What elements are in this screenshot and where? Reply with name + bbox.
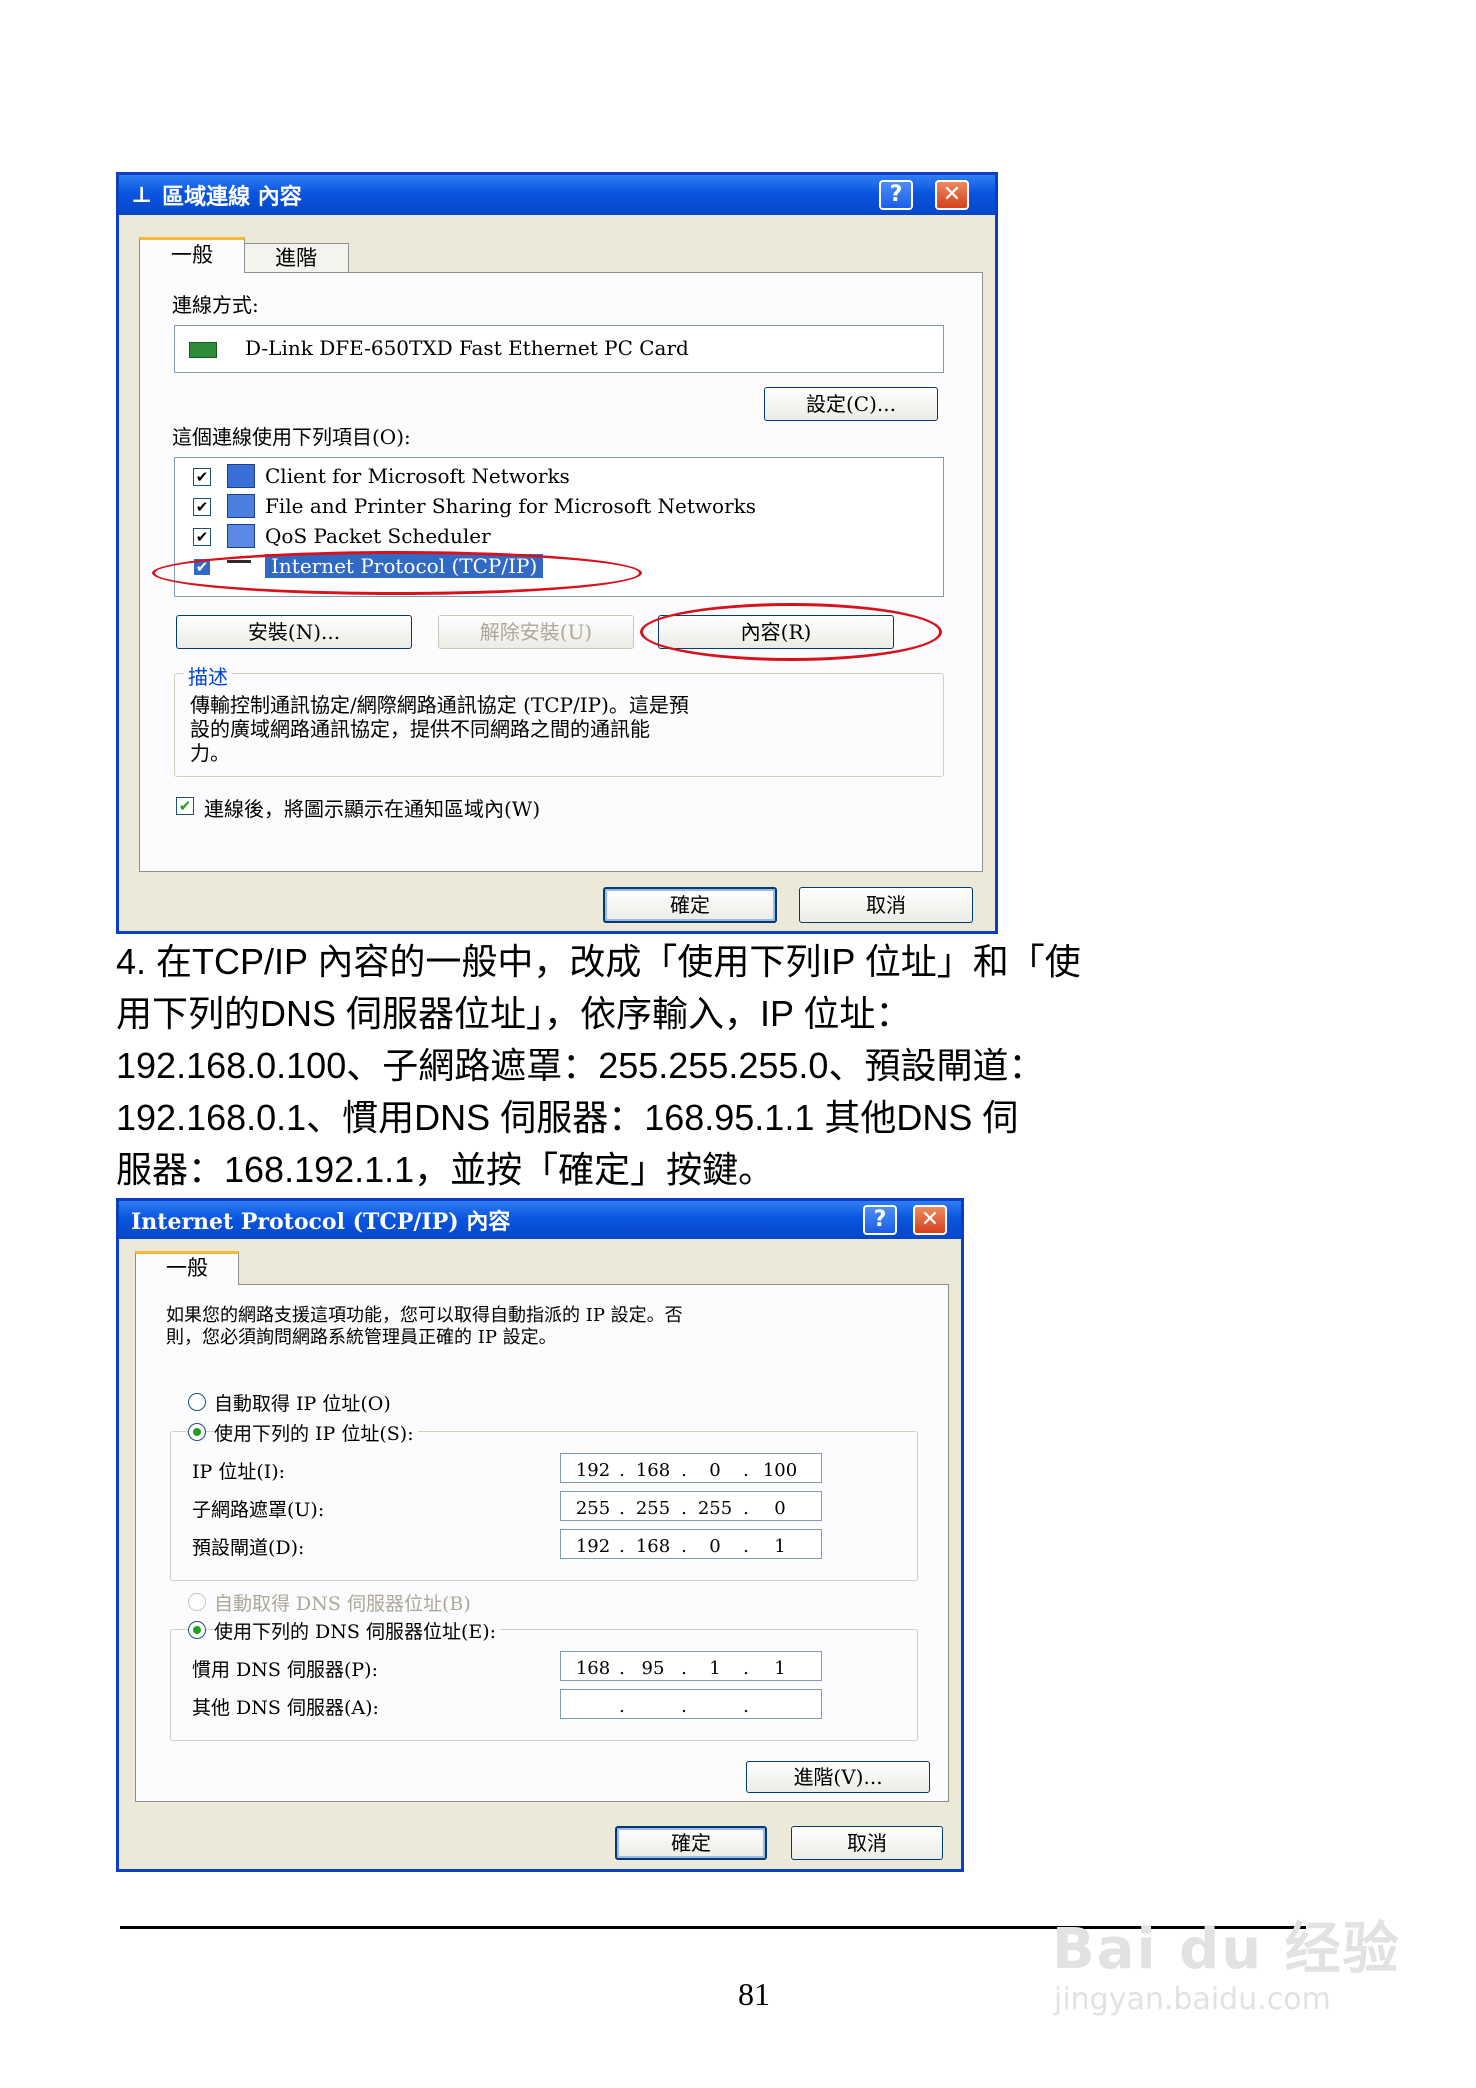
help-button[interactable]: ? xyxy=(863,1205,897,1235)
manual-ip-label: 使用下列的 IP 位址(S): xyxy=(214,1419,418,1446)
preferred-dns-input[interactable]: 168. 95. 1. 1 xyxy=(560,1651,822,1681)
cancel-button[interactable]: 取消 xyxy=(799,887,973,923)
network-connection-icon: ⊥ xyxy=(131,182,153,208)
advanced-button[interactable]: 進階(V)... xyxy=(746,1761,930,1793)
auto-dns-radio xyxy=(188,1593,206,1611)
instruction-line: 4. 在TCP/IP 內容的一般中，改成「使用下列IP 位址」和「使 xyxy=(116,941,1081,982)
ip-address-input[interactable]: 192. 168. 0. 100 xyxy=(560,1453,822,1483)
subnet-mask-label: 子網路遮罩(U): xyxy=(192,1499,325,1521)
alternate-dns-label: 其他 DNS 伺服器(A): xyxy=(192,1697,379,1719)
ok-button[interactable]: 確定 xyxy=(615,1826,767,1860)
description-title: 描述 xyxy=(184,661,232,690)
baidu-watermark-logo: Bai du 经验 xyxy=(1052,1917,1401,1982)
close-button[interactable]: ✕ xyxy=(935,180,969,210)
dialog-title: Internet Protocol (TCP/IP) 內容 xyxy=(131,1209,511,1235)
items-label: 這個連線使用下列項目(O): xyxy=(172,425,411,449)
instruction-line: 服器：168.192.1.1，並按「確定」按鍵。 xyxy=(116,1149,775,1190)
baidu-watermark-url: jingyan.baidu.com xyxy=(1054,1982,1331,2017)
manual-dns-label: 使用下列的 DNS 伺服器位址(E): xyxy=(214,1617,501,1644)
tab-general[interactable]: 一般 xyxy=(139,237,245,273)
connect-using-label: 連線方式: xyxy=(172,293,259,317)
manual-dns-radio[interactable] xyxy=(188,1621,206,1639)
tcpip-properties-dialog: Internet Protocol (TCP/IP) 內容 ? ✕ 一般 如果您… xyxy=(116,1198,964,1872)
item-label: File and Printer Sharing for Microsoft N… xyxy=(265,494,757,518)
instruction-line: 用下列的DNS 伺服器位址」，依序輸入，IP 位址： xyxy=(116,993,912,1034)
checkbox-qos[interactable]: ✔ xyxy=(193,528,211,546)
item-label: Client for Microsoft Networks xyxy=(265,464,570,488)
highlight-ellipse-properties xyxy=(640,603,942,661)
local-area-connection-dialog: ⊥ 區域連線 內容 ? ✕ 一般 進階 連線方式: D-Link DFE-650… xyxy=(116,172,998,934)
description-line: 力。 xyxy=(190,741,230,765)
uninstall-button: 解除安裝(U) xyxy=(438,615,634,649)
dialog-title: 區域連線 內容 xyxy=(162,184,302,210)
instruction-line: 192.168.0.100、子網路遮罩：255.255.255.0、預設閘道： xyxy=(116,1045,1045,1086)
network-client-icon xyxy=(227,464,255,488)
tab-general[interactable]: 一般 xyxy=(135,1251,239,1285)
general-panel: 如果您的網路支援這項功能，您可以取得自動指派的 IP 設定。否 則，您必須詢問網… xyxy=(135,1284,949,1802)
auto-dns-label: 自動取得 DNS 伺服器位址(B) xyxy=(214,1593,471,1615)
show-icon-checkbox[interactable]: ✔ xyxy=(176,797,194,815)
gateway-input[interactable]: 192. 168. 0. 1 xyxy=(560,1529,822,1559)
preferred-dns-label: 慣用 DNS 伺服器(P): xyxy=(192,1659,378,1681)
help-button[interactable]: ? xyxy=(879,180,913,210)
configure-button[interactable]: 設定(C)... xyxy=(764,387,938,421)
cancel-button[interactable]: 取消 xyxy=(791,1826,943,1860)
highlight-ellipse-tcpip xyxy=(152,551,642,595)
gateway-label: 預設閘道(D): xyxy=(192,1537,305,1559)
close-button[interactable]: ✕ xyxy=(913,1205,947,1235)
alternate-dns-input[interactable]: . . . xyxy=(560,1689,822,1719)
checkbox-client[interactable]: ✔ xyxy=(193,468,211,486)
dns-group xyxy=(170,1629,918,1741)
description-line: 設的廣域網路通訊協定，提供不同網路之間的通訊能 xyxy=(190,717,650,741)
dialog-titlebar[interactable]: Internet Protocol (TCP/IP) 內容 xyxy=(119,1201,961,1239)
checkbox-file-sharing[interactable]: ✔ xyxy=(193,498,211,516)
info-line: 則，您必須詢問網路系統管理員正確的 IP 設定。 xyxy=(166,1327,557,1348)
show-icon-label: 連線後，將圖示顯示在通知區域內(W) xyxy=(204,797,541,821)
page-number: 81 xyxy=(738,1976,770,2012)
ok-button[interactable]: 確定 xyxy=(603,887,777,923)
tab-advanced[interactable]: 進階 xyxy=(243,243,349,273)
ip-address-label: IP 位址(I): xyxy=(192,1461,286,1483)
printer-sharing-icon xyxy=(227,494,255,518)
auto-ip-label: 自動取得 IP 位址(O) xyxy=(214,1393,391,1415)
item-label: QoS Packet Scheduler xyxy=(265,524,491,548)
qos-scheduler-icon xyxy=(227,524,255,548)
subnet-mask-input[interactable]: 255. 255. 255. 0 xyxy=(560,1491,822,1521)
install-button[interactable]: 安裝(N)... xyxy=(176,615,412,649)
general-panel: 連線方式: D-Link DFE-650TXD Fast Ethernet PC… xyxy=(139,272,983,872)
dialog-titlebar[interactable]: ⊥ 區域連線 內容 xyxy=(119,175,995,215)
auto-ip-radio[interactable] xyxy=(188,1393,206,1411)
adapter-box: D-Link DFE-650TXD Fast Ethernet PC Card xyxy=(174,325,944,373)
adapter-name: D-Link DFE-650TXD Fast Ethernet PC Card xyxy=(245,336,689,360)
manual-ip-radio[interactable] xyxy=(188,1423,206,1441)
instruction-line: 192.168.0.1、慣用DNS 伺服器：168.95.1.1 其他DNS 伺 xyxy=(116,1097,1019,1138)
network-card-icon xyxy=(189,342,217,358)
